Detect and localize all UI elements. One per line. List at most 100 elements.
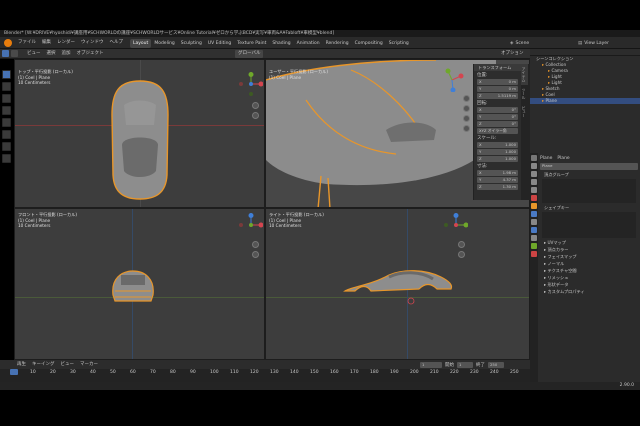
workspace-tab[interactable]: Sculpting bbox=[178, 39, 205, 48]
options-dropdown[interactable]: オプション bbox=[498, 50, 527, 58]
pan-icon[interactable] bbox=[252, 112, 259, 119]
output-icon[interactable] bbox=[531, 171, 537, 177]
current-frame-field[interactable]: 1 bbox=[420, 361, 442, 368]
dimensions-field[interactable]: Z 1.30 m bbox=[477, 184, 518, 190]
scale-field[interactable]: X 1.000 bbox=[477, 142, 518, 148]
transform-tool[interactable] bbox=[2, 130, 11, 139]
viewport-top[interactable]: トップ・平行投影 (ローカル) (1) Coel | Plane 10 Cent… bbox=[14, 59, 265, 208]
workspace-tab[interactable]: Scripting bbox=[386, 39, 412, 48]
mesh-data-field[interactable]: Plane bbox=[540, 163, 638, 170]
select-mode-button[interactable] bbox=[2, 50, 9, 57]
view-layer-icon[interactable] bbox=[531, 179, 537, 185]
property-section[interactable]: ▸ リメッシュ bbox=[540, 274, 638, 281]
measure-tool[interactable] bbox=[2, 154, 11, 163]
object-icon[interactable] bbox=[531, 203, 537, 209]
modifier-icon[interactable] bbox=[531, 211, 537, 217]
cursor-tool[interactable] bbox=[2, 82, 11, 91]
location-field[interactable]: Z 1.5119 m bbox=[477, 93, 518, 99]
view-layer-selector[interactable]: ▤ View Layer bbox=[578, 37, 609, 49]
dimensions-field[interactable]: X 1.98 m bbox=[477, 170, 518, 176]
property-section[interactable]: ▸ UVマップ bbox=[540, 239, 638, 246]
rotate-tool[interactable] bbox=[2, 106, 11, 115]
mode-dropdown[interactable] bbox=[11, 50, 18, 57]
workspace-tab[interactable]: Animation bbox=[294, 39, 323, 48]
workspace-tab[interactable]: Texture Paint bbox=[234, 39, 269, 48]
rotation-field[interactable]: X 0° bbox=[477, 107, 518, 113]
navigation-gizmo[interactable] bbox=[239, 213, 264, 239]
workspace-tab[interactable]: Compositing bbox=[352, 39, 386, 48]
tool-icon[interactable] bbox=[531, 155, 537, 161]
playhead[interactable] bbox=[10, 369, 18, 375]
menu-item[interactable]: ヘルプ bbox=[107, 37, 127, 49]
timeline-menu-item[interactable]: ビュー bbox=[58, 360, 78, 369]
scale-tool[interactable] bbox=[2, 118, 11, 127]
outliner-item[interactable]: ▸ Plane bbox=[530, 98, 640, 104]
scale-field[interactable]: Y 1.000 bbox=[477, 149, 518, 155]
view-menu-item[interactable]: オブジェクト bbox=[74, 48, 107, 60]
transform-section[interactable]: トランスフォーム bbox=[474, 64, 521, 71]
property-section[interactable]: ▸ ノーマル bbox=[540, 260, 638, 267]
navigation-gizmo[interactable] bbox=[440, 68, 464, 94]
annotate-tool[interactable] bbox=[2, 142, 11, 151]
navigation-gizmo[interactable] bbox=[444, 213, 469, 239]
n-panel-tab[interactable]: ビュー bbox=[521, 103, 528, 120]
transform-orientation-dropdown[interactable]: グローバル bbox=[235, 50, 264, 58]
view-menu-item[interactable]: 選択 bbox=[44, 48, 59, 60]
camera-view-icon[interactable] bbox=[463, 115, 470, 122]
section-vertex-groups[interactable]: 頂点グループ bbox=[540, 171, 638, 178]
location-field[interactable]: X 0 m bbox=[477, 79, 518, 85]
workspace-tab[interactable]: Layout bbox=[130, 38, 152, 48]
viewport-right[interactable]: ライト・平行投影 (ローカル) (1) Coel | Plane 10 Cent… bbox=[265, 208, 530, 360]
scene-selector[interactable]: ◈ Scene bbox=[510, 37, 529, 49]
vertex-group-list[interactable] bbox=[542, 179, 636, 203]
scene-icon[interactable] bbox=[531, 187, 537, 193]
end-frame-field[interactable]: 250 bbox=[488, 361, 504, 368]
property-section[interactable]: ▸ フェイスマップ bbox=[540, 253, 638, 260]
timeline-menu-item[interactable]: キーイング bbox=[29, 360, 58, 369]
pan-icon[interactable] bbox=[252, 251, 259, 258]
zoom-icon[interactable] bbox=[458, 241, 465, 248]
property-section[interactable]: ▸ カスタムプロパティ bbox=[540, 288, 638, 295]
pan-icon[interactable] bbox=[463, 105, 470, 112]
zoom-icon[interactable] bbox=[463, 95, 470, 102]
zoom-icon[interactable] bbox=[252, 102, 259, 109]
property-section[interactable]: ▸ 頂点カラー bbox=[540, 246, 638, 253]
data-icon[interactable] bbox=[531, 243, 537, 249]
viewport-front[interactable]: フロント・平行投影 (ローカル) (1) Coel | Plane 10 Cen… bbox=[14, 208, 265, 360]
start-frame-field[interactable]: 1 bbox=[457, 361, 473, 368]
workspace-tab[interactable]: Modeling bbox=[151, 39, 177, 48]
location-field[interactable]: Y 0 m bbox=[477, 86, 518, 92]
timeline-ruler[interactable]: 0102030405060708090100110120130140150160… bbox=[0, 369, 530, 382]
blender-logo-icon[interactable] bbox=[4, 38, 12, 47]
world-icon[interactable] bbox=[531, 195, 537, 201]
particles-icon[interactable] bbox=[531, 219, 537, 225]
material-icon[interactable] bbox=[531, 251, 537, 257]
view-menu-item[interactable]: 追加 bbox=[59, 48, 74, 60]
property-section[interactable]: ▸ 形状データ bbox=[540, 281, 638, 288]
pan-icon[interactable] bbox=[458, 251, 465, 258]
physics-icon[interactable] bbox=[531, 227, 537, 233]
render-icon[interactable] bbox=[531, 163, 537, 169]
section-shape-keys[interactable]: シェイプキー bbox=[540, 204, 638, 211]
n-panel-tab[interactable]: ツール bbox=[521, 85, 528, 102]
shape-key-list[interactable] bbox=[542, 212, 636, 238]
select-box-tool[interactable] bbox=[2, 70, 11, 79]
timeline-menu-item[interactable]: マーカー bbox=[77, 360, 101, 369]
scale-field[interactable]: Z 1.000 bbox=[477, 156, 518, 162]
workspace-tab[interactable]: Rendering bbox=[323, 39, 352, 48]
rotation-field[interactable]: Z 0° bbox=[477, 121, 518, 127]
constraints-icon[interactable] bbox=[531, 235, 537, 241]
view-menu-item[interactable]: ビュー bbox=[24, 48, 44, 60]
n-panel-tab[interactable]: アイテム bbox=[521, 64, 528, 86]
workspace-tab[interactable]: Shading bbox=[269, 39, 293, 48]
move-tool[interactable] bbox=[2, 94, 11, 103]
navigation-gizmo[interactable] bbox=[239, 72, 264, 98]
workspace-tab[interactable]: UV Editing bbox=[205, 39, 234, 48]
dimensions-field[interactable]: Y 4.37 m bbox=[477, 177, 518, 183]
zoom-icon[interactable] bbox=[252, 241, 259, 248]
perspective-toggle-icon[interactable] bbox=[463, 125, 470, 132]
rotation-mode-dropdown[interactable]: XYZ オイラー角 bbox=[477, 128, 518, 134]
timeline-menu-item[interactable]: 再生 bbox=[14, 360, 29, 369]
rotation-field[interactable]: Y 0° bbox=[477, 114, 518, 120]
property-section[interactable]: ▸ テクスチャ空間 bbox=[540, 267, 638, 274]
